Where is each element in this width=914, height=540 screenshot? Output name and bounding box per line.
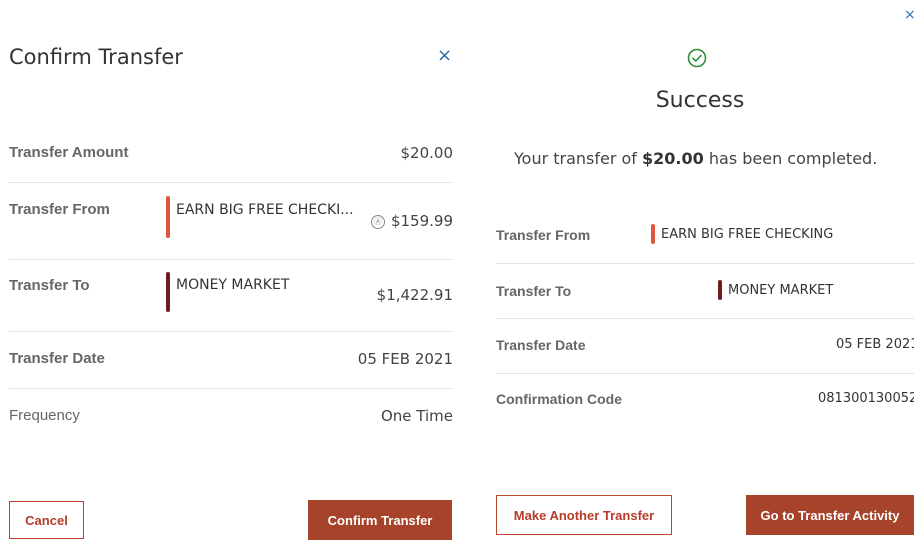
to-account-name: MONEY MARKET: [728, 283, 834, 298]
transfer-from-label: Transfer From: [9, 201, 110, 218]
dialog-title: Confirm Transfer: [9, 45, 183, 69]
close-icon[interactable]: ×: [437, 47, 452, 65]
account-color-bar: [651, 224, 655, 244]
to-account-name: MONEY MARKET: [176, 277, 290, 293]
success-title: Success: [655, 88, 745, 113]
success-to-row: Transfer To MONEY MARKET: [496, 264, 914, 319]
cancel-button[interactable]: Cancel: [9, 501, 84, 539]
frequency-value: One Time: [380, 407, 453, 425]
message-prefix: Your transfer of: [514, 149, 643, 168]
from-account-balance: Ⓐ $159.99: [370, 212, 453, 230]
check-circle-icon: [687, 48, 707, 68]
available-balance-icon: Ⓐ: [370, 215, 385, 229]
account-color-bar: [718, 280, 722, 300]
confirmation-code-value: 0813001300529: [818, 391, 914, 406]
success-date-row: Transfer Date 05 FEB 2021: [496, 319, 914, 374]
transfer-date-value: 05 FEB 2021: [836, 337, 914, 352]
transfer-amount-row: Transfer Amount $20.00: [9, 138, 453, 183]
transfer-amount-label: Transfer Amount: [9, 144, 129, 161]
transfer-date-value: 05 FEB 2021: [357, 350, 453, 368]
transfer-success-dialog: × Success Your transfer of $20.00 has be…: [480, 0, 914, 535]
from-account-name: EARN BIG FREE CHECKING: [661, 227, 834, 242]
transfer-date-label: Transfer Date: [496, 337, 586, 353]
message-amount: $20.00: [642, 149, 704, 168]
transfer-to-label: Transfer To: [9, 277, 90, 294]
success-from-row: Transfer From EARN BIG FREE CHECKING: [496, 208, 914, 264]
from-balance-value: $159.99: [390, 212, 453, 230]
transfer-to-label: Transfer To: [496, 283, 572, 299]
confirm-transfer-button[interactable]: Confirm Transfer: [308, 500, 452, 540]
transfer-from-row: Transfer From EARN BIG FREE CHECKI... Ⓐ $…: [9, 183, 453, 260]
transfer-to-row: Transfer To MONEY MARKET $1,422.91: [9, 260, 453, 332]
transfer-date-row: Transfer Date 05 FEB 2021: [9, 332, 453, 389]
confirmation-code-row: Confirmation Code 0813001300529: [496, 374, 914, 424]
success-message: Your transfer of $20.00 has been complet…: [514, 149, 877, 168]
from-account-name: EARN BIG FREE CHECKI...: [176, 202, 354, 218]
account-color-bar: [166, 272, 170, 312]
confirmation-code-label: Confirmation Code: [496, 391, 622, 407]
go-to-transfer-activity-button[interactable]: Go to Transfer Activity: [746, 495, 914, 535]
transfer-from-label: Transfer From: [496, 227, 591, 243]
to-account-balance: $1,422.91: [376, 286, 453, 304]
account-color-bar: [166, 196, 170, 238]
transfer-amount-value: $20.00: [400, 144, 454, 162]
confirm-transfer-dialog: Confirm Transfer × Transfer Amount $20.0…: [0, 0, 470, 540]
message-suffix: has been completed.: [703, 149, 878, 168]
transfer-date-label: Transfer Date: [9, 350, 105, 367]
frequency-label: Frequency: [9, 407, 80, 424]
frequency-row: Frequency One Time: [9, 389, 453, 439]
close-icon[interactable]: ×: [904, 8, 914, 22]
make-another-transfer-button[interactable]: Make Another Transfer: [496, 495, 672, 535]
